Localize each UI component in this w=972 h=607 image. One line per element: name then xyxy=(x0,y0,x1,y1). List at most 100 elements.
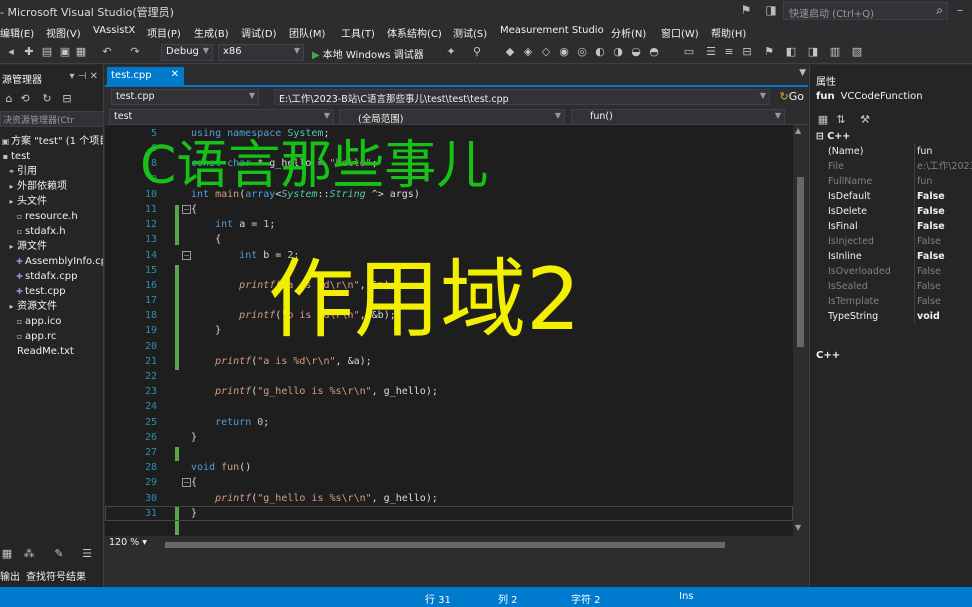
menu-item[interactable]: 窗口(W) xyxy=(661,25,699,40)
undo-icon[interactable]: ↶ xyxy=(100,45,114,59)
menu-item[interactable]: 调试(D) xyxy=(241,25,277,40)
editor-vertical-scrollbar[interactable]: ▲ ▼ xyxy=(793,125,808,536)
properties-object-selector[interactable]: fun VCCodeFunction xyxy=(816,91,923,102)
code-line[interactable]: 29 { xyxy=(105,475,793,490)
tree-item[interactable]: ✚AssemblyInfo.cpp xyxy=(0,254,103,269)
tab-dropdown-icon[interactable]: ▼ xyxy=(799,68,806,78)
find-icon[interactable]: ⚲ xyxy=(470,45,484,59)
home-icon[interactable]: ⌂ xyxy=(2,92,16,106)
scrollbar-thumb[interactable] xyxy=(165,542,725,548)
bookmark-icon[interactable]: ⚑ xyxy=(762,45,776,59)
property-pages-icon[interactable]: ⚒ xyxy=(858,113,872,127)
va-tool-8-icon[interactable]: ◒ xyxy=(629,45,643,59)
attach-icon[interactable]: ✦ xyxy=(444,45,458,59)
file-path-combo[interactable]: E:\工作\2023-B站\C语言那些事儿\test\test\test.cpp… xyxy=(274,89,770,105)
va-tool-3-icon[interactable]: ◇ xyxy=(539,45,553,59)
tree-item[interactable]: ▫ app.ico xyxy=(0,314,103,329)
open-file-icon[interactable]: ▤ xyxy=(40,45,54,59)
menu-item[interactable]: 编辑(E) xyxy=(0,25,34,40)
search-icon[interactable]: ⌕ xyxy=(936,3,943,18)
tree-item[interactable]: ▫ stdafx.h xyxy=(0,224,103,239)
va-tool-1-icon[interactable]: ◆ xyxy=(503,45,517,59)
outdent-icon[interactable]: ≡ xyxy=(722,45,736,59)
property-row[interactable]: IsInline False xyxy=(810,249,972,264)
va-tool-2-icon[interactable]: ◈ xyxy=(521,45,535,59)
bookmark-clear-icon[interactable]: ▧ xyxy=(850,45,864,59)
tab-test-cpp[interactable]: test.cpp ✕ xyxy=(107,67,184,85)
collapse-all-icon[interactable]: ⊟ xyxy=(60,92,74,106)
code-line[interactable]: 11 { xyxy=(105,202,793,217)
quick-launch-input[interactable]: 快速启动 (Ctrl+Q) xyxy=(789,5,874,20)
code-line[interactable]: 13 { xyxy=(105,232,793,247)
alphabetical-icon[interactable]: ⇅ xyxy=(834,113,848,127)
code-line[interactable]: 30 printf("g_hello is %s\r\n", g_hello); xyxy=(105,491,793,506)
scrollbar-thumb[interactable] xyxy=(797,177,804,347)
menu-item[interactable]: VAssistX xyxy=(93,25,135,36)
sync-icon[interactable]: ⟲ xyxy=(18,92,32,106)
scroll-up-icon[interactable]: ▲ xyxy=(795,126,801,135)
menu-item[interactable]: 分析(N) xyxy=(611,25,646,40)
menu-item[interactable]: 生成(B) xyxy=(194,25,229,40)
property-row[interactable]: (Name) fun xyxy=(810,144,972,159)
va-tool-5-icon[interactable]: ◎ xyxy=(575,45,589,59)
property-manager-tab-icon[interactable]: ✎ xyxy=(52,547,66,561)
new-project-icon[interactable]: ✚ xyxy=(22,45,36,59)
pin-icon[interactable]: ▾ ⊣ ✕ xyxy=(70,71,98,82)
tree-item[interactable]: ▸ 资源文件 xyxy=(0,299,103,314)
solution-explorer-tab-icon[interactable]: ▦ xyxy=(0,547,14,561)
tree-item[interactable]: ⚭ 引用 xyxy=(0,164,103,179)
solution-explorer-search[interactable]: 决资源管理器(Ctr xyxy=(0,111,103,127)
tree-item[interactable]: ▣ 方案 "test" (1 个项目) xyxy=(0,134,103,149)
tree-item[interactable]: ✚ stdafx.cpp xyxy=(0,269,103,284)
va-tool-4-icon[interactable]: ◉ xyxy=(557,45,571,59)
refresh-icon[interactable]: ↻ xyxy=(40,92,54,106)
menu-item[interactable]: Measurement Studio xyxy=(500,25,604,36)
zoom-combo[interactable]: 120 % ▾ xyxy=(109,537,147,552)
collapse-icon[interactable]: − xyxy=(182,478,191,487)
bookmark-next-icon[interactable]: ◨ xyxy=(806,45,820,59)
solution-config-combo[interactable]: Debug ▼ xyxy=(161,44,213,61)
code-line[interactable]: 23 printf("g_hello is %s\r\n", g_hello); xyxy=(105,384,793,399)
va-tool-6-icon[interactable]: ◐ xyxy=(593,45,607,59)
file-combo[interactable]: test.cpp ▼ xyxy=(111,89,259,105)
save-all-icon[interactable]: ▦ xyxy=(74,45,88,59)
code-line[interactable]: 27 xyxy=(105,445,793,460)
code-line[interactable]: 31} xyxy=(105,505,793,521)
navigate-back-icon[interactable]: ◂ xyxy=(4,45,18,59)
menu-item[interactable]: 项目(P) xyxy=(147,25,181,40)
collapse-icon[interactable]: − xyxy=(182,205,191,214)
project-scope-combo[interactable]: test ▼ xyxy=(109,109,334,125)
minimize-icon[interactable]: – xyxy=(952,3,968,19)
start-debugging-button[interactable]: ▶ 本地 Windows 调试器 xyxy=(312,46,424,61)
tree-item[interactable]: ▫ app.rc xyxy=(0,329,103,344)
code-line[interactable]: 24 xyxy=(105,399,793,414)
menu-item[interactable]: 帮助(H) xyxy=(711,25,746,40)
menu-item[interactable]: 团队(M) xyxy=(289,25,325,40)
code-line[interactable]: 12 int a = 1; xyxy=(105,217,793,232)
code-line[interactable]: 28 void fun() xyxy=(105,460,793,475)
save-icon[interactable]: ▣ xyxy=(58,45,72,59)
notification-flag-icon[interactable]: ⚑ xyxy=(738,3,754,19)
uncomment-icon[interactable]: ⊟ xyxy=(740,45,754,59)
platform-combo[interactable]: x86 ▼ xyxy=(218,44,304,61)
function-scope-combo[interactable]: fun() ▼ xyxy=(571,109,785,125)
bookmark-folder-icon[interactable]: ▥ xyxy=(828,45,842,59)
property-row[interactable]: TypeString void xyxy=(810,309,972,324)
property-row[interactable]: IsSealed False xyxy=(810,279,972,294)
code-line[interactable]: 22 xyxy=(105,369,793,384)
menu-item[interactable]: 测试(S) xyxy=(453,25,487,40)
scroll-down-icon[interactable]: ▼ xyxy=(795,523,801,532)
output-tab[interactable]: 输出 xyxy=(0,568,20,583)
menu-item[interactable]: 工具(T) xyxy=(341,25,375,40)
bookmark-prev-icon[interactable]: ◧ xyxy=(784,45,798,59)
find-symbol-results-tab[interactable]: 查找符号结果 xyxy=(26,568,86,583)
team-explorer-tab-icon[interactable]: ☰ xyxy=(80,547,94,561)
editor-horizontal-scrollbar[interactable] xyxy=(165,539,790,550)
redo-icon[interactable]: ↷ xyxy=(128,45,142,59)
va-tool-9-icon[interactable]: ◓ xyxy=(647,45,661,59)
tree-item[interactable]: ▪ test xyxy=(0,149,103,164)
tree-item[interactable]: ▸ 头文件 xyxy=(0,194,103,209)
tree-item[interactable]: ▸ 源文件 xyxy=(0,239,103,254)
code-line[interactable]: 21 printf("a is %d\r\n", &a); xyxy=(105,354,793,369)
menu-item[interactable]: 视图(V) xyxy=(46,25,81,40)
